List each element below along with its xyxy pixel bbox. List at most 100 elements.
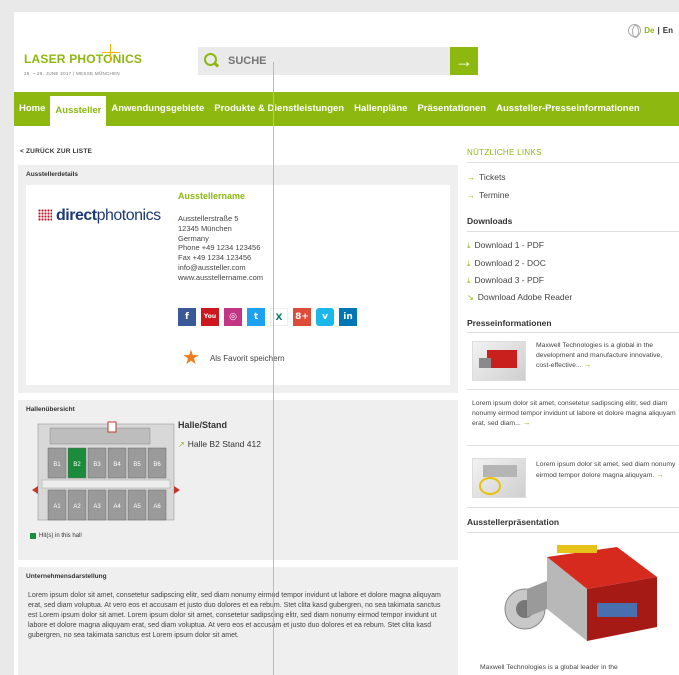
hall-booth-label-a2: A2 — [73, 504, 81, 510]
press-1-thumbnail[interactable] — [472, 341, 526, 381]
arrow-right-icon: → — [467, 173, 475, 182]
instagram-icon[interactable]: ◎ — [224, 308, 242, 326]
arrow-right-icon: → — [467, 191, 475, 200]
download-adobe-link[interactable]: ↘ Download Adobe Reader — [467, 292, 572, 302]
hall-booth-label-a1: A1 — [53, 504, 61, 510]
presentation-image[interactable] — [467, 537, 679, 655]
download-3-link[interactable]: ⤓ Download 3 - PDF — [467, 275, 544, 286]
company-logo-dots-icon — [38, 209, 52, 221]
nav-hallenplaene[interactable]: Hallenpläne — [349, 92, 412, 126]
nav-praesentationen[interactable]: Präsentationen — [412, 92, 491, 126]
hall-booth-label-b3: B3 — [93, 462, 101, 468]
press-1-text[interactable]: Maxwell Technologies is a global in the … — [536, 341, 676, 371]
address-website-link[interactable]: www.ausstellername.com — [178, 273, 263, 283]
address-email-link[interactable]: info@aussteller.com — [178, 263, 263, 273]
hall-booth-label-b1: B1 — [53, 462, 61, 468]
youtube-icon[interactable]: You — [201, 308, 219, 326]
nav-home[interactable]: Home — [14, 92, 50, 126]
page: De | En LASER PHOTONICS 26. – 29. JUNE 2… — [14, 12, 679, 675]
site-logo[interactable]: LASER PHOTONICS 26. – 29. JUNE 2017 | ME… — [24, 44, 142, 76]
address-country: Germany — [178, 233, 209, 243]
legend-label: Hit(s) in this hall — [39, 533, 82, 539]
link-termine[interactable]: → Termine — [467, 190, 509, 200]
search-icon — [198, 47, 222, 75]
address-city: 12345 München — [178, 223, 232, 233]
link-tickets[interactable]: → Tickets — [467, 172, 506, 182]
company-description-text: Lorem ipsum dolor sit amet, consetetur s… — [28, 592, 441, 639]
star-icon: ★ — [182, 347, 200, 369]
hall-booth-label-a5: A5 — [133, 504, 141, 510]
presentation-caption: Maxwell Technologies is a global leader … — [480, 664, 618, 671]
download-3-label: Download 3 - PDF — [474, 275, 544, 285]
press-2-text[interactable]: Lorem ipsum dolor sit amet, consetetur s… — [472, 399, 678, 429]
download-1-link[interactable]: ⤓ Download 1 - PDF — [467, 240, 544, 251]
address-fax: Fax +49 1234 123456 — [178, 253, 252, 263]
search-submit-button[interactable]: → — [450, 47, 478, 75]
link-tickets-label: Tickets — [479, 172, 506, 182]
download-icon: ⤓ — [467, 276, 471, 285]
hall-map[interactable]: B1 B2 B3 B4 B5 B6 A1 A2 A3 A4 A5 A6 — [28, 420, 184, 528]
more-arrow-icon: → — [522, 418, 531, 427]
social-links: f You ◎ t X 8+ v in — [178, 308, 357, 326]
vimeo-icon[interactable]: v — [316, 308, 334, 326]
hall-booth-label-b6: B6 — [153, 462, 161, 468]
facebook-icon[interactable]: f — [178, 308, 196, 326]
link-termine-label: Termine — [479, 190, 510, 200]
nav-aussteller-presseinformationen[interactable]: Aussteller-Presseinformationen — [491, 92, 645, 126]
useful-links-divider — [467, 162, 679, 163]
more-arrow-icon: → — [583, 360, 592, 369]
hall-booth-label-a6: A6 — [153, 504, 161, 510]
language-switch: De | En — [628, 24, 673, 38]
logo-subtitle: 26. – 29. JUNE 2017 | MESSE MÜNCHEN — [24, 71, 120, 76]
press-3-text-label: Lorem ipsum dolor sit amet, sed diam non… — [536, 461, 676, 479]
globe-icon — [628, 24, 642, 38]
download-adobe-label: Download Adobe Reader — [477, 292, 573, 302]
company-logo: directphotonics — [38, 207, 161, 225]
twitter-icon[interactable]: t — [247, 308, 265, 326]
download-icon: ⤓ — [467, 259, 471, 268]
more-arrow-icon: → — [656, 469, 665, 479]
nav-anwendungsgebiete[interactable]: Anwendungsgebiete — [106, 92, 209, 126]
download-2-label: Download 2 - DOC — [474, 258, 546, 268]
logo-title: LASER PHOTONICS — [24, 52, 142, 66]
arrow-right-icon: ↗ — [178, 440, 185, 449]
linkedin-icon[interactable]: in — [339, 308, 357, 326]
downloads-title: Downloads — [467, 216, 513, 226]
search-bar: → — [198, 47, 478, 75]
hall-overview-title: Hallenübersicht — [26, 406, 75, 413]
exhibitor-name: Ausstellername — [178, 191, 246, 201]
lang-en-link[interactable]: En — [663, 26, 673, 35]
nav-produkte-dienstleistungen[interactable]: Produkte & Dienstleistungen — [209, 92, 349, 126]
logo-spark-icon — [102, 44, 120, 62]
save-favorite-button[interactable]: ★ Als Favorit speichern — [182, 348, 285, 368]
lang-de-link[interactable]: De — [644, 26, 654, 35]
download-icon: ⤓ — [467, 241, 471, 250]
hall-stand-label: Halle B2 Stand 412 — [187, 439, 261, 449]
exhibitor-details-title: Ausstellerdetails — [26, 171, 79, 178]
useful-links-title: NÜTZLICHE LINKS — [467, 148, 542, 157]
hall-booth-label-b5: B5 — [133, 462, 141, 468]
nav-aussteller[interactable]: Aussteller — [50, 96, 107, 126]
downloads-divider — [467, 231, 679, 232]
press-1-divider — [467, 389, 679, 390]
address-phone: Phone +49 1234 123456 — [178, 243, 261, 253]
company-logo-text-b: photonics — [96, 207, 162, 224]
hall-stand-link[interactable]: ↗ Halle B2 Stand 412 — [178, 439, 261, 449]
press-divider — [467, 332, 679, 333]
download-2-link[interactable]: ⤓ Download 2 - DOC — [467, 258, 546, 269]
main-nav: Home Aussteller Anwendungsgebiete Produk… — [14, 92, 679, 126]
hall-booth-label-a4: A4 — [113, 504, 121, 510]
address-street: Ausstellerstraße 5 — [178, 214, 239, 223]
lang-separator: | — [657, 26, 660, 35]
download-1-label: Download 1 - PDF — [474, 240, 544, 250]
company-logo-text-a: direct — [56, 207, 97, 224]
laser-device-image — [504, 545, 657, 641]
press-3-thumbnail[interactable] — [472, 458, 526, 498]
google-plus-icon[interactable]: 8+ — [293, 308, 311, 326]
back-to-list-link[interactable]: < ZURÜCK ZUR LISTE — [20, 148, 92, 155]
hall-booth-label-a3: A3 — [93, 504, 101, 510]
hall-stand-title: Halle/Stand — [178, 420, 228, 430]
search-input[interactable] — [222, 55, 437, 67]
arrow-down-right-icon: ↘ — [467, 293, 474, 302]
press-3-text[interactable]: Lorem ipsum dolor sit amet, sed diam non… — [536, 460, 676, 480]
